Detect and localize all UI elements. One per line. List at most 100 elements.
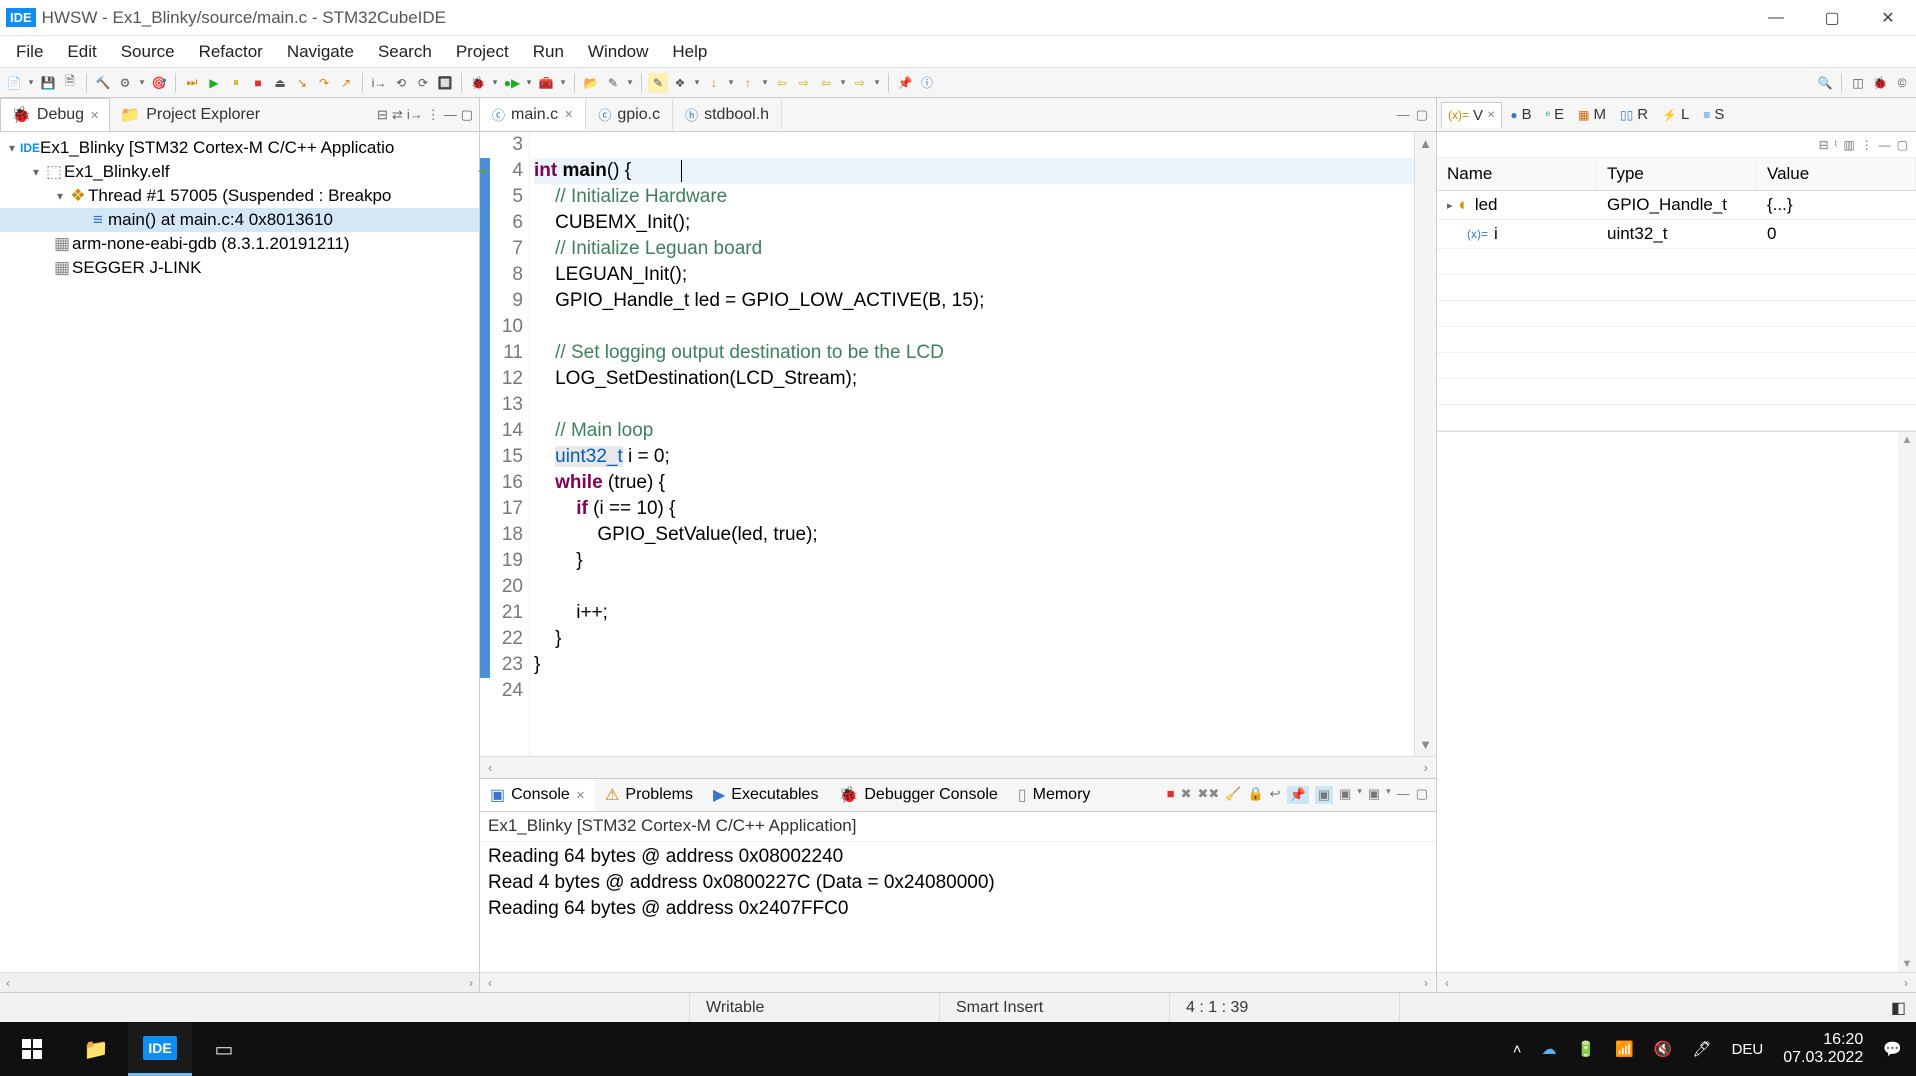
columns-icon[interactable]: ▥ xyxy=(1843,138,1854,152)
restart-icon[interactable]: ⟲ xyxy=(391,73,411,93)
clear-console-icon[interactable]: 🧹 xyxy=(1225,786,1241,804)
language-indicator[interactable]: DEU xyxy=(1732,1041,1764,1058)
back-icon[interactable]: ⇦ xyxy=(772,73,792,93)
maximize-view-icon[interactable]: ▢ xyxy=(1897,138,1908,152)
right-hscrollbar[interactable]: ‹› xyxy=(1437,972,1916,992)
maximize-button[interactable]: ▢ xyxy=(1804,0,1860,36)
step-over-icon[interactable]: ↷ xyxy=(314,73,334,93)
collapse-icon[interactable]: ⊟ xyxy=(377,107,388,123)
menu-search[interactable]: Search xyxy=(366,38,444,66)
tab-debug[interactable]: 🐞 Debug ✕ xyxy=(0,98,110,131)
variable-row[interactable]: ▸◐led GPIO_Handle_t {...} xyxy=(1437,191,1916,220)
maximize-view-icon[interactable]: ▢ xyxy=(461,107,473,123)
maximize-view-icon[interactable]: ▢ xyxy=(1416,107,1428,123)
info-icon[interactable]: ⓘ xyxy=(917,73,937,93)
view-menu-icon[interactable]: ⋮ xyxy=(427,107,440,123)
step-return-icon[interactable]: ↗ xyxy=(336,73,356,93)
dropdown-icon[interactable]: ▾ xyxy=(625,77,635,88)
instruction-step-icon[interactable]: i→ xyxy=(369,73,389,93)
chip-icon[interactable]: 🔲 xyxy=(435,73,455,93)
tree-node-gdb[interactable]: ▦ arm-none-eabi-gdb (8.3.1.20191211) xyxy=(0,232,479,256)
tree-node-jlink[interactable]: ▦ SEGGER J-LINK xyxy=(0,256,479,280)
onedrive-icon[interactable]: ☁ xyxy=(1541,1040,1556,1058)
scroll-left-icon[interactable]: ‹ xyxy=(1445,976,1449,990)
pin-icon[interactable]: 📌 xyxy=(895,73,915,93)
display-selected-icon[interactable]: ▣ xyxy=(1339,786,1351,804)
run-icon[interactable]: ●▶ xyxy=(502,73,522,93)
highlight-icon[interactable]: ✎ xyxy=(648,73,668,93)
variable-detail-pane[interactable]: ▲▼ xyxy=(1437,431,1916,972)
debug-icon[interactable]: 🐞 xyxy=(468,73,488,93)
dropdown-icon[interactable]: ▾ xyxy=(760,77,770,88)
perspective-c-icon[interactable]: © xyxy=(1892,73,1912,93)
menu-file[interactable]: File xyxy=(4,38,55,66)
tab-live[interactable]: ⚡L xyxy=(1656,102,1695,127)
editor[interactable]: 3 4 5 6 7 8 9 10 11 12 13 14 15 16 17 18… xyxy=(480,132,1436,756)
suspend-icon[interactable]: ⏸ xyxy=(226,73,246,93)
scroll-right-icon[interactable]: › xyxy=(1904,976,1908,990)
tab-sfr[interactable]: ≡S xyxy=(1697,102,1730,127)
menu-run[interactable]: Run xyxy=(521,38,576,66)
tab-problems[interactable]: ⚠ Problems xyxy=(595,779,703,811)
forward-icon[interactable]: ⇨ xyxy=(794,73,814,93)
view-menu-icon[interactable]: ⋮ xyxy=(1861,138,1873,152)
close-icon[interactable]: ✕ xyxy=(576,789,585,802)
dropdown-icon[interactable]: ▾ xyxy=(692,77,702,88)
close-icon[interactable]: ✕ xyxy=(90,109,99,122)
pen-icon[interactable]: 🖊 xyxy=(1693,1040,1712,1058)
scroll-up-icon[interactable]: ▲ xyxy=(1419,136,1432,151)
tab-breakpoints[interactable]: ●B xyxy=(1504,102,1537,127)
twisty-icon[interactable]: ▾ xyxy=(28,165,44,179)
tree-node-frame[interactable]: ≡ main() at main.c:4 0x8013610 xyxy=(0,208,479,232)
terminate-console-icon[interactable]: ■ xyxy=(1167,786,1175,804)
editor-tab-main[interactable]: ⓒ main.c ✕ xyxy=(480,99,586,130)
dropdown-icon[interactable]: ▾ xyxy=(558,77,568,88)
close-button[interactable]: ✕ xyxy=(1860,0,1916,36)
next-annotation-icon[interactable]: ↓ xyxy=(704,73,724,93)
tree-node-thread[interactable]: ▾ ❖ Thread #1 57005 (Suspended : Breakpo xyxy=(0,184,479,208)
dropdown-icon[interactable]: ▾ xyxy=(1386,786,1391,804)
tab-debugger-console[interactable]: 🐞 Debugger Console xyxy=(828,779,1007,811)
dropdown-icon[interactable]: ▾ xyxy=(726,77,736,88)
debug-tree[interactable]: ▾ IDE Ex1_Blinky [STM32 Cortex-M C/C++ A… xyxy=(0,132,479,972)
tray-overflow-icon[interactable]: ˄ xyxy=(1513,1041,1522,1058)
target-icon[interactable]: 🎯 xyxy=(149,73,169,93)
search-icon[interactable]: 🔍 xyxy=(1815,73,1835,93)
perspective-debug-icon[interactable]: 🐞 xyxy=(1870,73,1890,93)
open-console-icon[interactable]: ▣ xyxy=(1368,786,1380,804)
twisty-icon[interactable]: ▾ xyxy=(52,189,68,203)
tab-project-explorer[interactable]: 📁 Project Explorer xyxy=(110,99,270,131)
collapse-all-icon[interactable]: ⊟ xyxy=(1819,138,1829,152)
remove-launch-icon[interactable]: ✖ xyxy=(1181,786,1192,804)
minimize-view-icon[interactable]: — xyxy=(1397,786,1410,804)
scroll-up-icon[interactable]: ▲ xyxy=(1902,434,1913,446)
column-header-type[interactable]: Type xyxy=(1597,158,1757,190)
notifications-icon[interactable]: 💬 xyxy=(1883,1040,1902,1058)
minimize-button[interactable]: — xyxy=(1748,0,1804,36)
external-tools-icon[interactable]: 🧰 xyxy=(536,73,556,93)
taskbar-ide[interactable]: IDE xyxy=(128,1022,192,1076)
open-type-icon[interactable]: 📂 xyxy=(581,73,601,93)
step-into-icon[interactable]: ↘ xyxy=(292,73,312,93)
editor-tab-gpio[interactable]: ⓒ gpio.c xyxy=(586,99,673,130)
tab-memory[interactable]: ▯ Memory xyxy=(1008,779,1101,811)
twisty-icon[interactable]: ▾ xyxy=(4,141,20,155)
perspective-open-icon[interactable]: ◫ xyxy=(1848,73,1868,93)
terminate-icon[interactable]: ■ xyxy=(248,73,268,93)
variable-row[interactable]: (x)=i uint32_t 0 xyxy=(1437,220,1916,249)
save-icon[interactable]: 💾 xyxy=(38,73,58,93)
menu-source[interactable]: Source xyxy=(109,38,187,66)
tab-modules[interactable]: ▦M xyxy=(1572,102,1612,127)
tree-node-elf[interactable]: ▾ ⬚ Ex1_Blinky.elf xyxy=(0,160,479,184)
wifi-icon[interactable]: 📶 xyxy=(1615,1040,1634,1058)
dropdown-icon[interactable]: ▾ xyxy=(1357,786,1362,804)
scroll-left-icon[interactable]: ‹ xyxy=(488,760,492,775)
menu-help[interactable]: Help xyxy=(660,38,719,66)
menu-project[interactable]: Project xyxy=(444,38,521,66)
tab-console[interactable]: ▣ Console ✕ xyxy=(480,779,595,811)
prev-annotation-icon[interactable]: ↑ xyxy=(738,73,758,93)
column-header-name[interactable]: Name xyxy=(1437,158,1597,190)
menu-navigate[interactable]: Navigate xyxy=(275,38,366,66)
word-wrap-icon[interactable]: ↩ xyxy=(1270,786,1281,804)
new-icon[interactable]: 📄 xyxy=(4,73,24,93)
